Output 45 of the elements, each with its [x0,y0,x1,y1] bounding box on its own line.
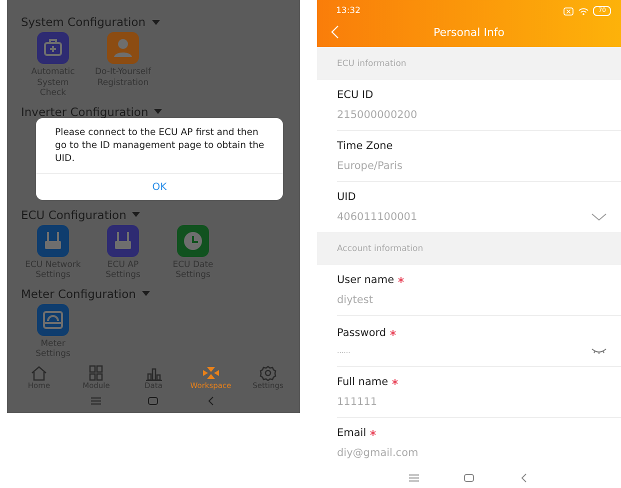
sim-icon [563,6,574,16]
section-title: ECU information [337,58,406,68]
app-icon[interactable] [177,224,209,256]
field-label: Full name [337,376,388,388]
page-title: Personal Info [433,26,505,38]
dialog-message: Please connect to the ECU AP first and then go to the ID management page to obtain the UID. [55,126,266,165]
field-value[interactable]: diytest [337,294,373,306]
status-time: 13:32 [336,6,360,16]
wifi-icon [578,6,590,16]
dropdown-triangle-icon [142,291,150,296]
field-label: ECU ID [337,89,374,101]
field-value[interactable]: 406011100001 [337,211,418,223]
app-icon[interactable] [107,32,139,64]
workspace-icon[interactable] [200,365,221,381]
section-title: ECU Configuration [21,208,126,222]
ok-button[interactable]: OK [142,178,177,196]
field-label: Email [337,427,366,439]
section-title: Account information [337,244,424,254]
dropdown-triangle-icon [154,109,162,114]
app-icon[interactable] [37,32,69,64]
home-icon[interactable] [147,396,160,406]
menu-icon[interactable] [90,396,102,406]
field-label: Password [337,327,386,339]
menu-icon[interactable] [408,473,420,483]
field-label: UID [337,191,356,203]
section-title: System Configuration [21,15,146,29]
home-icon[interactable] [462,473,475,483]
app-icon[interactable] [107,224,139,256]
field-value[interactable]: 111111 [337,396,378,408]
field-label: User name [337,274,394,286]
field-value[interactable]: Europe/Paris [337,160,402,172]
app-icon[interactable] [37,224,69,256]
field-value[interactable]: 215000000200 [337,109,418,121]
settings-icon[interactable] [258,365,278,381]
field-label: Time Zone [337,140,393,152]
app-icon[interactable] [37,304,69,336]
home-icon[interactable] [29,365,49,381]
eye-closed-icon[interactable] [591,347,607,355]
section-title: Inverter Configuration [21,104,148,118]
chevron-down-icon[interactable] [591,213,607,221]
field-value[interactable]: diy@gmail.com [337,447,418,459]
back-icon[interactable] [331,25,339,39]
dropdown-triangle-icon [152,20,160,24]
dropdown-triangle-icon [132,212,140,217]
section-title: Meter Configuration [21,286,136,300]
